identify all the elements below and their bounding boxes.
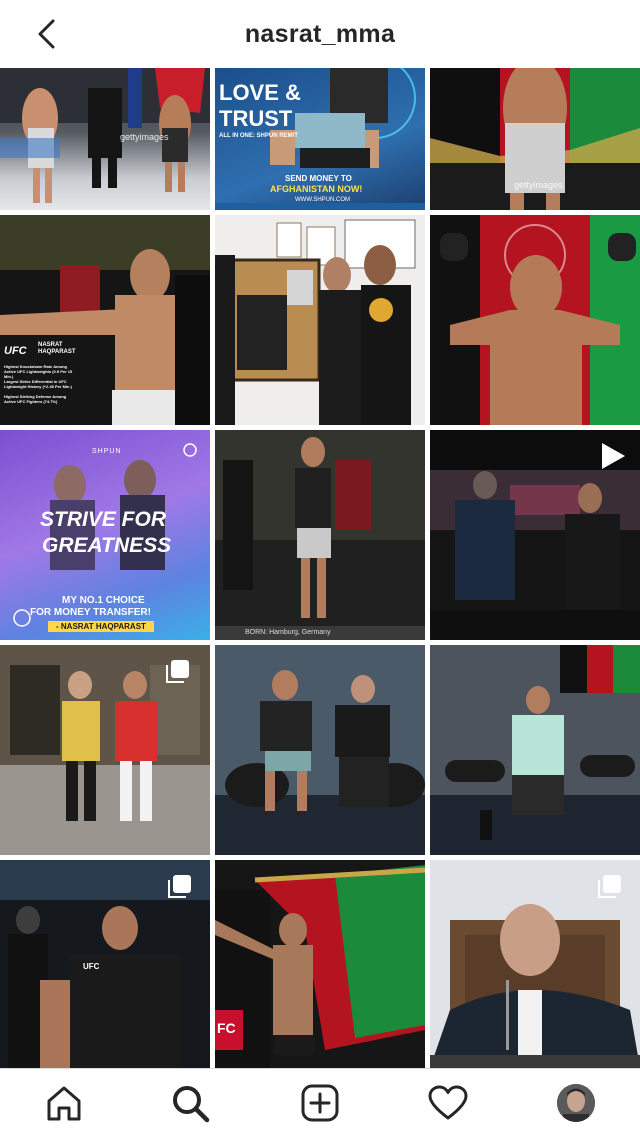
back-button[interactable] [28,16,64,52]
shirt-brand: UFC [83,962,100,971]
post-image-framed-shorts-gift [215,215,425,425]
post-tile-5[interactable] [215,215,425,425]
carousel-indicator [166,659,190,688]
post-tile-3[interactable]: gettyimages [430,68,640,210]
post-tile-14[interactable]: FC [215,860,425,1068]
ad-headline-line2: GREATNESS [42,534,172,557]
instagram-profile-grid-screen: nasrat_mma gettyimages LOVE & TRUST ALL … [0,0,640,1138]
post-tile-1[interactable]: gettyimages [0,68,210,210]
nav-activity[interactable] [428,1083,468,1123]
getty-watermark: gettyimages [120,132,169,142]
top-bar: nasrat_mma [0,0,640,68]
ad-headline-line1: LOVE & [219,80,301,105]
post-image-fighter-flexing-flag [430,215,640,425]
avatar-photo [557,1084,595,1122]
multiple-images-icon [166,660,189,683]
ad-headline-line1: STRIVE FOR [40,508,167,531]
stat-line-2: Largest Strike Differential in UFC Light… [4,379,72,389]
carousel-indicator [598,874,622,903]
post-tile-7[interactable]: SHPUN STRIVE FOR GREATNESS MY NO.1 CHOIC… [0,430,210,640]
post-tile-4[interactable]: UFC NASRAT HAQPARAST Highest Knockdown R… [0,215,210,425]
post-image-fighter-holding-flag [215,865,425,1068]
play-icon [602,443,625,469]
home-icon [47,1086,81,1121]
post-tile-8[interactable]: BORN: Hamburg, Germany [215,430,425,640]
video-indicator [600,442,626,475]
search-icon [173,1086,210,1123]
multiple-images-icon [168,875,191,898]
ad-sub-line1: MY NO.1 CHOICE [62,595,145,606]
stat-line-3: Highest Striking Defense Among Active UF… [4,394,67,404]
ad-sub-line2: FOR MONEY TRANSFER! [30,607,151,618]
post-image-fighter-backstage [215,430,425,640]
ad-tagline: ALL IN ONE: SHPUN REMIT [219,133,298,139]
ad-url: WWW.SHPUN.COM [295,197,350,203]
nav-home[interactable] [44,1083,84,1123]
post-tile-11[interactable] [215,645,425,855]
bottom-navigation-bar [0,1068,640,1138]
profile-username-title: nasrat_mma [244,19,396,48]
ad-brand: SHPUN [92,448,122,455]
ufc-logo-partial: FC [217,1020,236,1036]
stats-name-line1: NASRAT [38,342,63,348]
post-tile-2[interactable]: LOVE & TRUST ALL IN ONE: SHPUN REMIT SEN… [215,68,425,210]
nav-profile[interactable] [556,1083,596,1123]
getty-watermark: gettyimages [514,180,563,190]
nav-search[interactable] [170,1083,210,1123]
post-tile-13[interactable]: UFC [0,860,210,1068]
stat-line-1: Highest Knockdown Rate Among Active UFC … [4,364,73,379]
heart-icon [428,1085,468,1120]
stats-name-line2: HAQPARAST [38,349,76,355]
multiple-images-icon [598,875,621,898]
chevron-left-icon [38,19,55,49]
photo-caption: BORN: Hamburg, Germany [245,629,331,636]
profile-avatar [557,1084,595,1122]
post-tile-15[interactable] [430,860,640,1068]
post-grid: gettyimages LOVE & TRUST ALL IN ONE: SHP… [0,68,640,1068]
ad-signature: - NASRAT HAQPARAST [48,621,154,632]
post-tile-12[interactable] [430,645,640,855]
ad-cta-line1: SEND MONEY TO [285,174,352,183]
carousel-indicator [168,874,192,903]
ad-cta-line2: AFGHANISTAN NOW! [270,184,363,194]
post-tile-9[interactable] [430,430,640,640]
stats-brand: UFC [4,345,27,357]
post-tile-10[interactable] [0,645,210,855]
post-image-fighters-in-octagon [0,68,210,203]
ad-headline-line2: TRUST [219,106,293,131]
add-post-icon [301,1084,339,1122]
nav-new-post[interactable] [300,1083,340,1123]
post-tile-6[interactable] [430,215,640,425]
post-image-two-fighters-sitting [215,645,425,855]
post-image-fighter-kneeling [430,645,640,855]
